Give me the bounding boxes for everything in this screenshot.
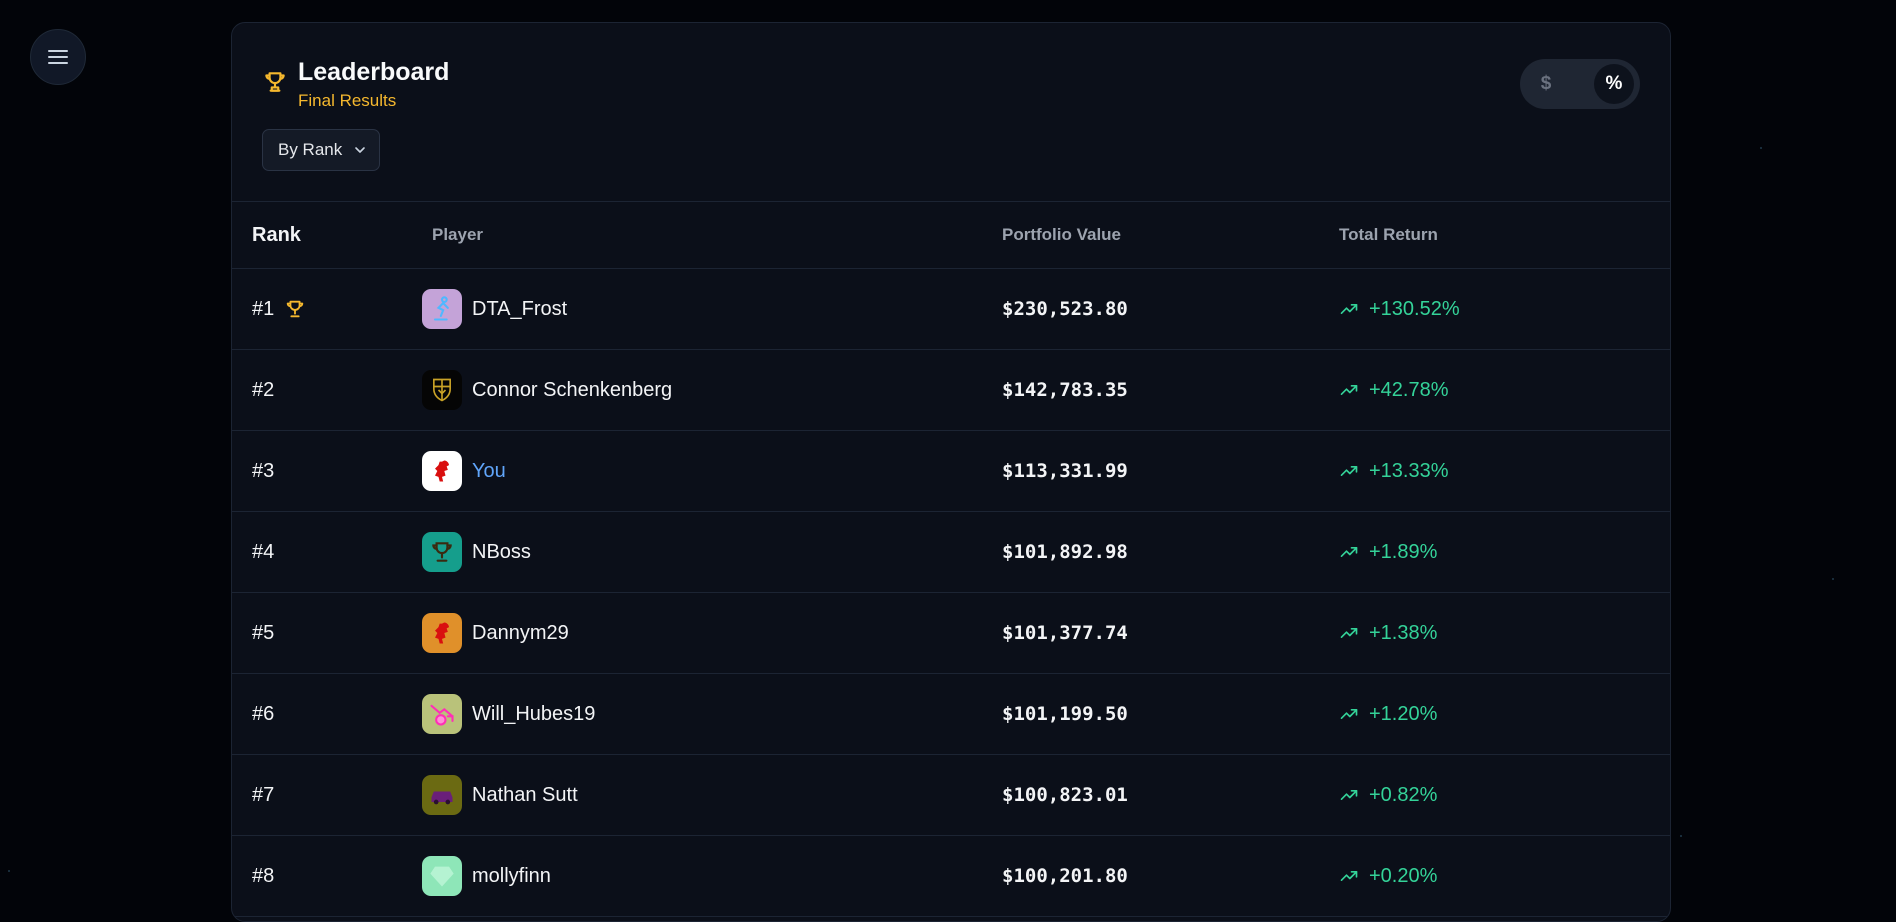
chevron-down-icon (355, 147, 365, 153)
rank-label: #4 (252, 540, 275, 563)
total-return: +1.38% (1369, 621, 1438, 644)
total-return: +0.20% (1369, 864, 1438, 887)
portfolio-value: $142,783.35 (1002, 379, 1128, 401)
table-row[interactable]: #1 DTA_Frost $230,523.80 +130.52% (232, 269, 1670, 350)
player-name[interactable]: Dannym29 (472, 622, 569, 645)
rank-label: #7 (252, 783, 275, 806)
leaderboard-panel: Leaderboard Final Results By Rank $ % Ra… (231, 22, 1671, 922)
player-name[interactable]: You (472, 460, 506, 483)
trend-up-icon (1340, 871, 1358, 881)
player-name[interactable]: Connor Schenkenberg (472, 379, 672, 402)
rank-label: #8 (252, 864, 275, 887)
avatar (422, 613, 462, 653)
rank-label: #2 (252, 378, 275, 401)
horse-icon (428, 457, 456, 485)
rank-label: #1 (252, 297, 275, 320)
column-player[interactable]: Player (422, 225, 1002, 245)
avatar (422, 532, 462, 572)
rank-label: #3 (252, 459, 275, 482)
trend-up-icon (1340, 547, 1358, 557)
crest-icon (428, 376, 456, 404)
portfolio-value: $100,823.01 (1002, 784, 1128, 806)
column-rank[interactable]: Rank (232, 224, 422, 247)
portfolio-value: $101,377.74 (1002, 622, 1128, 644)
trend-up-icon (1340, 709, 1358, 719)
sort-dropdown[interactable]: By Rank (262, 129, 380, 171)
page-title: Leaderboard (298, 58, 450, 86)
rank-label: #6 (252, 702, 275, 725)
trend-up-icon (1340, 466, 1358, 476)
player-name[interactable]: DTA_Frost (472, 298, 567, 321)
leaderboard-table-body: #1 DTA_Frost $230,523.80 +130.52% #2 Connor S… (232, 269, 1670, 917)
table-row[interactable]: #2 Connor Schenkenberg $142,783.35 +42.78% (232, 350, 1670, 431)
trend-up-icon (1340, 790, 1358, 800)
trend-up-icon (1340, 628, 1358, 638)
trend-up-icon (1340, 385, 1358, 395)
table-row[interactable]: #5 Dannym29 $101,377.74 +1.38% (232, 593, 1670, 674)
skater-icon (428, 295, 456, 323)
player-name[interactable]: NBoss (472, 541, 531, 564)
total-return: +1.89% (1369, 540, 1438, 563)
portfolio-value: $113,331.99 (1002, 460, 1128, 482)
table-row[interactable]: #3 You $113,331.99 +13.33% (232, 431, 1670, 512)
player-name[interactable]: mollyfinn (472, 865, 551, 888)
trophy-icon (265, 72, 285, 92)
portfolio-value: $101,892.98 (1002, 541, 1128, 563)
trophy-icon (429, 539, 455, 565)
total-return: +42.78% (1369, 378, 1449, 401)
player-name[interactable]: Will_Hubes19 (472, 703, 595, 726)
avatar (422, 451, 462, 491)
trend-up-icon (1340, 304, 1358, 314)
column-portfolio-value[interactable]: Portfolio Value (1002, 225, 1339, 245)
menu-button[interactable] (30, 29, 86, 85)
avatar (422, 775, 462, 815)
portfolio-value: $100,201.80 (1002, 865, 1128, 887)
pig-icon (428, 700, 456, 728)
total-return: +1.20% (1369, 702, 1438, 725)
table-header: Rank Player Portfolio Value Total Return (232, 202, 1670, 269)
table-row[interactable]: #6 Will_Hubes19 $101,199.50 +1.20% (232, 674, 1670, 755)
player-name[interactable]: Nathan Sutt (472, 784, 578, 807)
toggle-dollar-option[interactable]: $ (1526, 64, 1566, 104)
avatar (422, 856, 462, 896)
sort-dropdown-label: By Rank (278, 140, 343, 159)
avatar (422, 694, 462, 734)
avatar (422, 370, 462, 410)
portfolio-value: $101,199.50 (1002, 703, 1128, 725)
avatar (422, 289, 462, 329)
total-return: +0.82% (1369, 783, 1438, 806)
hamburger-icon (48, 50, 68, 64)
total-return: +130.52% (1369, 297, 1460, 320)
toggle-percent-option[interactable]: % (1594, 64, 1634, 104)
leaderboard-header: Leaderboard Final Results By Rank $ % (232, 23, 1670, 202)
table-row[interactable]: #8 mollyfinn $100,201.80 +0.20% (232, 836, 1670, 917)
column-total-return[interactable]: Total Return (1339, 225, 1438, 245)
table-row[interactable]: #4 NBoss $101,892.98 +1.89% (232, 512, 1670, 593)
horse-icon (428, 619, 456, 647)
rank-label: #5 (252, 621, 275, 644)
value-mode-toggle[interactable]: $ % (1520, 59, 1640, 109)
total-return: +13.33% (1369, 459, 1449, 482)
table-row[interactable]: #7 Nathan Sutt $100,823.01 +0.82% (232, 755, 1670, 836)
gem-icon (428, 862, 456, 890)
rank-trophy-icon (287, 300, 304, 318)
page-subtitle: Final Results (298, 91, 397, 110)
portfolio-value: $230,523.80 (1002, 298, 1128, 320)
car-icon (428, 781, 456, 809)
